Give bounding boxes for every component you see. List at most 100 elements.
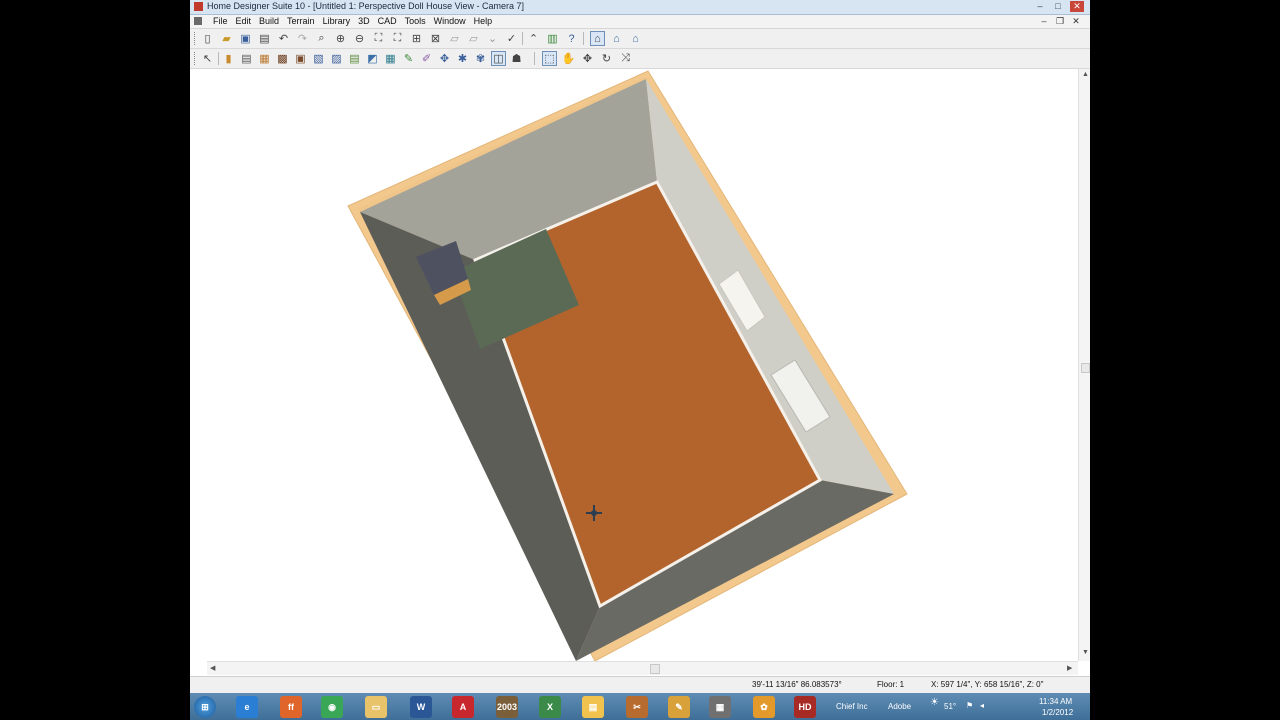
library-app-icon[interactable]: 2003 <box>496 696 518 718</box>
fill-window-icon[interactable]: ⛶ <box>371 31 386 46</box>
hand-pan-icon[interactable]: ✋ <box>561 51 576 66</box>
file-explorer-icon[interactable]: ▭ <box>365 696 387 718</box>
menu-build[interactable]: Build <box>255 15 283 28</box>
tool-app-icon[interactable]: ✂ <box>626 696 648 718</box>
open-folder-icon[interactable]: ▰ <box>219 31 234 46</box>
floor-up-icon[interactable]: ▱ <box>447 31 462 46</box>
zoom-out-icon[interactable]: ⊖ <box>352 31 367 46</box>
menu-3d[interactable]: 3D <box>354 15 374 28</box>
color-icon[interactable]: ✾ <box>473 51 488 66</box>
scroll-right-icon[interactable]: ▶ <box>1067 664 1072 672</box>
chevron-down-icon[interactable]: ⌄ <box>485 31 500 46</box>
pan-window-icon[interactable]: ⊠ <box>428 31 443 46</box>
camera-tool-icon[interactable]: ◫ <box>491 51 506 66</box>
walkthrough-icon[interactable]: ☗ <box>509 51 524 66</box>
flower-app-icon[interactable]: ✿ <box>753 696 775 718</box>
menu-edit[interactable]: Edit <box>232 15 256 28</box>
scroll-down-icon[interactable]: ▼ <box>1082 649 1089 656</box>
mdi-minimize-button[interactable]: – <box>1038 15 1050 27</box>
camera-view-icon[interactable]: ⌂ <box>609 31 624 46</box>
doll-house-view-icon[interactable]: ⌂ <box>590 31 605 46</box>
mdi-close-button[interactable]: ✕ <box>1070 15 1082 27</box>
redo-icon[interactable]: ↷ <box>295 31 310 46</box>
wall-tool-icon[interactable]: ▮ <box>221 51 236 66</box>
internet-explorer-icon[interactable]: e <box>236 696 258 718</box>
app-icon[interactable] <box>194 2 203 11</box>
zoom-to-fit-icon[interactable]: ⊞ <box>409 31 424 46</box>
dimension-tool-icon[interactable]: ✥ <box>437 51 452 66</box>
text-tool-icon[interactable]: ✐ <box>419 51 434 66</box>
close-button[interactable]: ✕ <box>1070 1 1084 12</box>
room-tool-icon[interactable]: ▤ <box>239 51 254 66</box>
toolbar-separator <box>522 32 523 45</box>
mouse-orbit-icon[interactable]: ⬚ <box>542 51 557 66</box>
tray-temperature[interactable]: 51° <box>944 702 956 711</box>
tray-chief-label[interactable]: Chief Inc <box>836 702 868 711</box>
stairs-tool-icon[interactable]: ▤ <box>347 51 362 66</box>
print-icon[interactable]: ▤ <box>257 31 272 46</box>
document-icon[interactable] <box>194 17 202 25</box>
maximize-button[interactable]: □ <box>1051 1 1065 12</box>
scroll-left-icon[interactable]: ◀ <box>210 664 215 672</box>
vertical-scroll-thumb[interactable] <box>1081 363 1090 373</box>
terrain-tool-icon[interactable]: ▦ <box>383 51 398 66</box>
save-icon[interactable]: ▣ <box>238 31 253 46</box>
new-file-icon[interactable]: ▯ <box>200 31 215 46</box>
printer-app-icon[interactable]: ▦ <box>709 696 731 718</box>
cad-tool-icon[interactable]: ✱ <box>455 51 470 66</box>
horizontal-scrollbar[interactable]: ◀ ▶ <box>207 661 1078 675</box>
toolbar-grip[interactable] <box>194 32 198 45</box>
vertical-scrollbar[interactable]: ▲ ▼ <box>1078 69 1090 661</box>
zoom-in-icon[interactable]: ⊕ <box>333 31 348 46</box>
scroll-up-icon[interactable]: ▲ <box>1082 71 1089 78</box>
menu-cad[interactable]: CAD <box>374 15 401 28</box>
roof-tool-icon[interactable]: ◩ <box>365 51 380 66</box>
furniture-tool-icon[interactable]: ▩ <box>275 51 290 66</box>
fill-window-all-icon[interactable]: ⛶ <box>390 31 405 46</box>
floor-down-icon[interactable]: ▱ <box>466 31 481 46</box>
tray-time[interactable]: 11:34 AM <box>1039 697 1072 706</box>
excel-icon[interactable]: X <box>539 696 561 718</box>
menu-window[interactable]: Window <box>430 15 470 28</box>
fixture-tool-icon[interactable]: ▣ <box>293 51 308 66</box>
acrobat-icon[interactable]: A <box>452 696 474 718</box>
checkmark-icon[interactable]: ✓ <box>504 31 519 46</box>
word-icon[interactable]: W <box>410 696 432 718</box>
3d-viewport[interactable] <box>190 69 1080 662</box>
help-icon[interactable]: ? <box>564 31 579 46</box>
paint-app-icon[interactable]: ✎ <box>668 696 690 718</box>
flag-icon[interactable]: ⚑ <box>966 701 973 710</box>
window-tool-icon[interactable]: ▨ <box>329 51 344 66</box>
undo-icon[interactable]: ↶ <box>276 31 291 46</box>
mdi-restore-button[interactable]: ❐ <box>1054 15 1066 27</box>
minimize-button[interactable]: – <box>1033 1 1047 12</box>
toolbar-grip[interactable] <box>194 52 198 65</box>
rotate-icon[interactable]: ↻ <box>599 51 614 66</box>
doll-house-room[interactable] <box>190 69 1080 662</box>
library-browser-icon[interactable]: ▥ <box>545 31 560 46</box>
firefox-icon[interactable]: ff <box>280 696 302 718</box>
windows-start-icon[interactable]: ⊞ <box>194 696 216 718</box>
volume-icon[interactable]: ◂ <box>980 701 984 710</box>
door-tool-icon[interactable]: ▧ <box>311 51 326 66</box>
material-painter-icon[interactable]: ✎ <box>401 51 416 66</box>
tray-date[interactable]: 1/2/2012 <box>1042 708 1073 717</box>
select-objects-icon[interactable]: ↖ <box>200 51 215 66</box>
cabinet-tool-icon[interactable]: ▦ <box>257 51 272 66</box>
menu-library[interactable]: Library <box>319 15 355 28</box>
horizontal-scroll-thumb[interactable] <box>650 664 660 674</box>
move-arrows-icon[interactable]: ✥ <box>580 51 595 66</box>
menu-file[interactable]: File <box>209 15 232 28</box>
weather-icon[interactable]: ☀ <box>930 697 939 708</box>
zoom-icon[interactable]: ⌕ <box>314 31 329 46</box>
menu-tools[interactable]: Tools <box>401 15 430 28</box>
home-designer-icon[interactable]: HD <box>794 696 816 718</box>
tray-adobe-label[interactable]: Adobe <box>888 702 911 711</box>
menu-help[interactable]: Help <box>470 15 497 28</box>
menu-terrain[interactable]: Terrain <box>283 15 319 28</box>
overview-icon[interactable]: ⌂ <box>628 31 643 46</box>
chrome-icon[interactable]: ◉ <box>321 696 343 718</box>
explorer-folder-icon[interactable]: ▤ <box>582 696 604 718</box>
auto-rotate-icon[interactable]: ⤨ <box>618 51 633 66</box>
up-arrow-icon[interactable]: ⌃ <box>526 31 541 46</box>
